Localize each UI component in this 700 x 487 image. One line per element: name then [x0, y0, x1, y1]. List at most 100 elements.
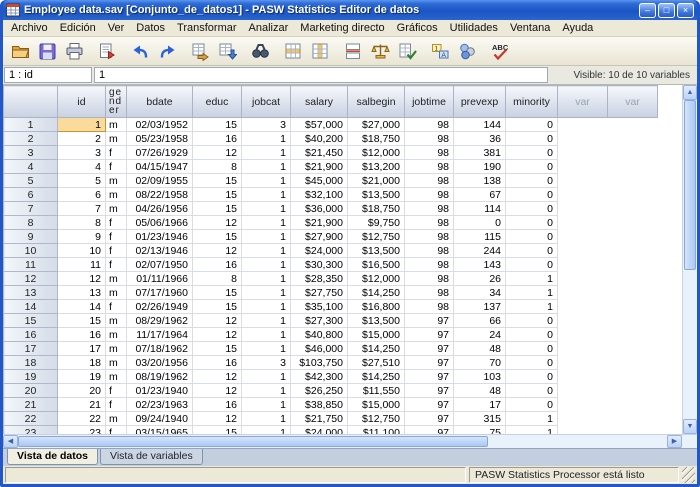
cell-jobcat[interactable]: 1 — [242, 342, 291, 356]
spell-check-icon[interactable]: ABC — [488, 40, 513, 63]
cell-jobtime[interactable]: 97 — [405, 412, 454, 426]
goto-case-icon[interactable] — [188, 40, 213, 63]
cell-gender[interactable]: m — [106, 286, 127, 300]
cell-var[interactable] — [558, 132, 608, 146]
cell-var[interactable] — [558, 328, 608, 342]
scroll-down-icon[interactable]: ▼ — [683, 419, 697, 434]
cell-id[interactable]: 6 — [58, 188, 106, 202]
cell-salary[interactable]: $28,350 — [291, 272, 348, 286]
cell-salary[interactable]: $40,200 — [291, 132, 348, 146]
row-header-20[interactable]: 20 — [4, 384, 58, 398]
cell-id[interactable]: 13 — [58, 286, 106, 300]
cell-var[interactable] — [608, 328, 658, 342]
cell-salary[interactable]: $42,300 — [291, 370, 348, 384]
cell-salary[interactable]: $21,450 — [291, 146, 348, 160]
cell-id[interactable]: 15 — [58, 314, 106, 328]
cell-minority[interactable]: 1 — [506, 272, 558, 286]
cell-var[interactable] — [608, 370, 658, 384]
cell-prevexp[interactable]: 115 — [454, 230, 506, 244]
cell-salbegin[interactable]: $18,750 — [348, 202, 405, 216]
cell-jobtime[interactable]: 98 — [405, 160, 454, 174]
cell-minority[interactable]: 0 — [506, 230, 558, 244]
cell-salbegin[interactable]: $13,500 — [348, 244, 405, 258]
cell-salbegin[interactable]: $12,000 — [348, 272, 405, 286]
cell-prevexp[interactable]: 144 — [454, 118, 506, 132]
cell-var[interactable] — [608, 300, 658, 314]
cell-jobtime[interactable]: 98 — [405, 300, 454, 314]
cell-bdate[interactable]: 08/22/1958 — [127, 188, 193, 202]
cell-jobcat[interactable]: 1 — [242, 398, 291, 412]
cell-prevexp[interactable]: 48 — [454, 342, 506, 356]
cell-id[interactable]: 14 — [58, 300, 106, 314]
horizontal-scrollbar[interactable]: ◀ ▶ — [3, 434, 682, 448]
cell-jobtime[interactable]: 97 — [405, 370, 454, 384]
cell-educ[interactable]: 16 — [193, 258, 242, 272]
column-header-salary[interactable]: salary — [291, 86, 348, 118]
cell-minority[interactable]: 0 — [506, 202, 558, 216]
menu-item-archivo[interactable]: Archivo — [5, 21, 54, 35]
tab-vista-de-variables[interactable]: Vista de variables — [100, 449, 203, 465]
cell-bdate[interactable]: 02/26/1949 — [127, 300, 193, 314]
cell-salbegin[interactable]: $14,250 — [348, 342, 405, 356]
row-header-9[interactable]: 9 — [4, 230, 58, 244]
menu-item-transformar[interactable]: Transformar — [171, 21, 243, 35]
cell-bdate[interactable]: 08/29/1962 — [127, 314, 193, 328]
cell-var[interactable] — [558, 286, 608, 300]
cell-salbegin[interactable]: $14,250 — [348, 370, 405, 384]
cell-salary[interactable]: $21,900 — [291, 160, 348, 174]
cell-educ[interactable]: 12 — [193, 412, 242, 426]
cell-gender[interactable]: f — [106, 258, 127, 272]
cell-educ[interactable]: 12 — [193, 146, 242, 160]
menu-item-edicion[interactable]: Edición — [54, 21, 102, 35]
column-header-var-11[interactable]: var — [608, 86, 658, 118]
column-header-id[interactable]: id — [58, 86, 106, 118]
cell-prevexp[interactable]: 244 — [454, 244, 506, 258]
cell-var[interactable] — [608, 398, 658, 412]
cell-salary[interactable]: $103,750 — [291, 356, 348, 370]
cell-var[interactable] — [608, 174, 658, 188]
cell-jobtime[interactable]: 97 — [405, 328, 454, 342]
cell-var[interactable] — [608, 286, 658, 300]
cell-gender[interactable]: f — [106, 398, 127, 412]
menu-item-ventana[interactable]: Ventana — [504, 21, 556, 35]
menu-item-ayuda[interactable]: Ayuda — [556, 21, 599, 35]
column-header-salbegin[interactable]: salbegin — [348, 86, 405, 118]
cell-minority[interactable]: 0 — [506, 244, 558, 258]
cell-bdate[interactable]: 04/26/1956 — [127, 202, 193, 216]
cell-educ[interactable]: 15 — [193, 300, 242, 314]
cell-salbegin[interactable]: $9,750 — [348, 216, 405, 230]
row-header-11[interactable]: 11 — [4, 258, 58, 272]
cell-bdate[interactable]: 01/23/1946 — [127, 230, 193, 244]
cell-salary[interactable]: $32,100 — [291, 188, 348, 202]
cell-minority[interactable]: 0 — [506, 342, 558, 356]
cell-id[interactable]: 9 — [58, 230, 106, 244]
column-header-jobtime[interactable]: jobtime — [405, 86, 454, 118]
cell-jobcat[interactable]: 3 — [242, 118, 291, 132]
cell-gender[interactable]: m — [106, 328, 127, 342]
cell-var[interactable] — [608, 160, 658, 174]
cell-prevexp[interactable]: 103 — [454, 370, 506, 384]
cell-salbegin[interactable]: $13,200 — [348, 160, 405, 174]
cell-jobtime[interactable]: 98 — [405, 272, 454, 286]
cell-gender[interactable]: f — [106, 216, 127, 230]
cell-var[interactable] — [608, 146, 658, 160]
vertical-scroll-thumb[interactable] — [684, 100, 696, 270]
minimize-button[interactable]: – — [639, 3, 656, 18]
cell-var[interactable] — [608, 384, 658, 398]
cell-prevexp[interactable]: 36 — [454, 132, 506, 146]
weight-cases-icon[interactable] — [368, 40, 393, 63]
row-header-10[interactable]: 10 — [4, 244, 58, 258]
cell-bdate[interactable]: 01/11/1966 — [127, 272, 193, 286]
cell-bdate[interactable]: 04/15/1947 — [127, 160, 193, 174]
cell-jobcat[interactable]: 1 — [242, 370, 291, 384]
cell-salary[interactable]: $35,100 — [291, 300, 348, 314]
row-header-19[interactable]: 19 — [4, 370, 58, 384]
cell-educ[interactable]: 15 — [193, 188, 242, 202]
cell-jobtime[interactable]: 98 — [405, 202, 454, 216]
cell-var[interactable] — [608, 230, 658, 244]
cell-educ[interactable]: 8 — [193, 160, 242, 174]
cell-educ[interactable]: 15 — [193, 174, 242, 188]
cell-salbegin[interactable]: $18,750 — [348, 132, 405, 146]
vertical-scrollbar[interactable]: ▲ ▼ — [682, 85, 697, 434]
cell-gender[interactable]: m — [106, 272, 127, 286]
